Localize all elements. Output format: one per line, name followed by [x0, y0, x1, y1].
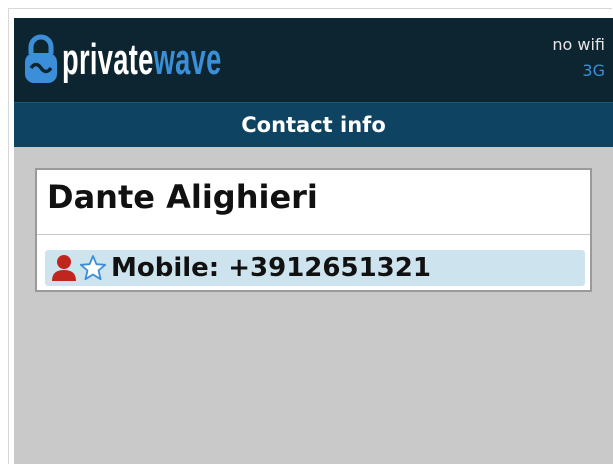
logo-private-text: private — [62, 35, 154, 84]
divider — [37, 234, 590, 235]
top-bar: privatewave no wifi 3G — [14, 18, 613, 102]
star-outline-icon[interactable] — [79, 254, 107, 282]
network-status: 3G — [582, 61, 605, 80]
wifi-status: no wifi — [552, 35, 605, 54]
logo-wave-text: wave — [153, 35, 222, 84]
person-icon — [52, 255, 76, 281]
contact-name: Dante Alighieri — [47, 178, 318, 216]
connection-status: no wifi 3G — [552, 32, 605, 84]
contact-card: Dante Alighieri Mobile: +3912651321 — [35, 168, 592, 292]
app-logo: privatewave — [22, 30, 319, 90]
title-bar: Contact info — [14, 102, 613, 147]
lock-wave-icon — [25, 34, 57, 83]
phone-entry-row[interactable]: Mobile: +3912651321 — [45, 250, 585, 286]
device-screen: privatewave no wifi 3G Contact info Dant… — [14, 18, 613, 464]
logo-wordmark: privatewave — [62, 30, 222, 90]
phone-number-text: Mobile: +3912651321 — [111, 253, 431, 283]
page-title: Contact info — [241, 113, 386, 137]
